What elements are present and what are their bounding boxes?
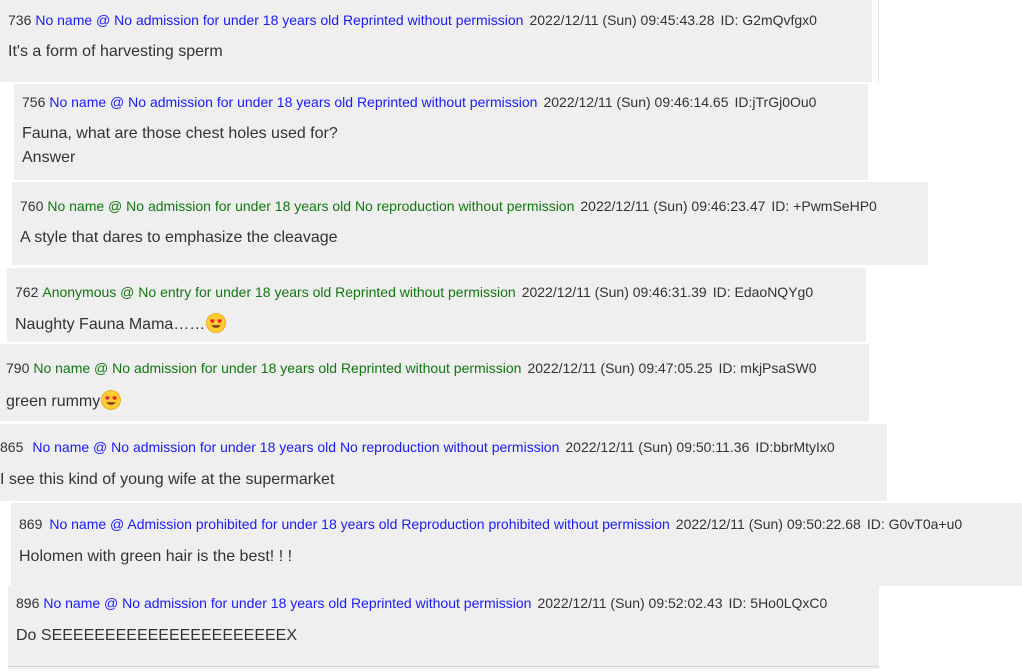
post-number[interactable]: 756 xyxy=(22,94,45,110)
heart-eyes-emoji-icon xyxy=(101,390,122,410)
post-number[interactable]: 736 xyxy=(8,12,31,28)
poster-id[interactable]: ID:bbrMtyIx0 xyxy=(755,439,834,455)
post-text-line: Do SEEEEEEEEEEEEEEEEEEEEEEX xyxy=(16,627,298,644)
post-header: 736 No name @ No admission for under 18 y… xyxy=(8,11,817,29)
poster-name: No name @ No admission for under 18 year… xyxy=(33,360,522,376)
post-date: 2022/12/11 (Sun) 09:46:14.65 xyxy=(543,94,729,110)
post-body: Do SEEEEEEEEEEEEEEEEEEEEEEX xyxy=(16,624,297,648)
post-body: A style that dares to emphasize the clea… xyxy=(20,226,338,250)
post-text-line: It's a form of harvesting sperm xyxy=(8,43,223,60)
poster-id[interactable]: ID: EdaoNQYg0 xyxy=(713,284,813,300)
poster-id[interactable]: ID: +PwmSeHP0 xyxy=(771,198,876,214)
post-number[interactable]: 790 xyxy=(6,360,29,376)
post-header: 869 No name @ Admission prohibited for un… xyxy=(19,515,962,533)
poster-name: No name @ No admission for under 18 year… xyxy=(49,94,538,110)
divider xyxy=(878,0,879,82)
post-790: 790 No name @ No admission for under 18 y… xyxy=(0,344,869,421)
post-body: Naughty Fauna Mama…… xyxy=(15,313,227,337)
post-865: 865 No name @ No admission for under 18 y… xyxy=(0,424,887,501)
post-header: 865 No name @ No admission for under 18 y… xyxy=(0,438,835,456)
poster-name: No name @ No admission for under 18 year… xyxy=(43,595,532,611)
post-body: Holomen with green hair is the best! ! ! xyxy=(19,545,292,569)
post-date: 2022/12/11 (Sun) 09:46:31.39 xyxy=(521,284,707,300)
post-header: 762 Anonymous @ No entry for under 18 yea… xyxy=(15,283,813,301)
post-text-line: Holomen with green hair is the best! ! ! xyxy=(19,548,293,565)
post-number[interactable]: 762 xyxy=(15,284,38,300)
post-header: 760 No name @ No admission for under 18 y… xyxy=(20,197,877,215)
post-text: green rummy xyxy=(6,393,101,410)
poster-name: No name @ Admission prohibited for under… xyxy=(49,516,670,532)
post-date: 2022/12/11 (Sun) 09:45:43.28 xyxy=(529,12,715,28)
poster-name: No name @ No admission for under 18 year… xyxy=(47,198,575,214)
poster-name: No name @ No admission for under 18 year… xyxy=(32,439,560,455)
post-date: 2022/12/11 (Sun) 09:50:11.36 xyxy=(565,439,750,455)
post-date: 2022/12/11 (Sun) 09:50:22.68 xyxy=(675,516,861,532)
post-text-line: A style that dares to emphasize the clea… xyxy=(20,229,338,246)
poster-name: No name @ No admission for under 18 year… xyxy=(35,12,524,28)
poster-id[interactable]: ID: 5Ho0LQxC0 xyxy=(729,595,828,611)
post-header: 756 No name @ No admission for under 18 y… xyxy=(22,93,816,111)
post-736: 736 No name @ No admission for under 18 y… xyxy=(0,0,872,82)
post-756: 756 No name @ No admission for under 18 y… xyxy=(14,84,868,180)
post-body: I see this kind of young wife at the sup… xyxy=(0,468,334,492)
post-date: 2022/12/11 (Sun) 09:46:23.47 xyxy=(580,198,766,214)
post-number[interactable]: 865 xyxy=(0,439,23,455)
post-body: green rummy xyxy=(6,390,122,414)
poster-id[interactable]: ID: G0vT0a+u0 xyxy=(867,516,962,532)
post-762: 762 Anonymous @ No entry for under 18 yea… xyxy=(7,268,866,342)
post-number[interactable]: 760 xyxy=(20,198,43,214)
post-header: 790 No name @ No admission for under 18 y… xyxy=(6,359,817,377)
post-text-line: I see this kind of young wife at the sup… xyxy=(0,471,335,488)
post-text: Naughty Fauna Mama…… xyxy=(15,316,206,333)
post-body: It's a form of harvesting sperm xyxy=(8,40,223,64)
poster-id[interactable]: ID: mkjPsaSW0 xyxy=(719,360,817,376)
post-number[interactable]: 869 xyxy=(19,516,42,532)
post-header: 896 No name @ No admission for under 18 y… xyxy=(16,594,827,612)
heart-eyes-emoji-icon xyxy=(206,313,227,333)
post-text-line: green rummy xyxy=(6,390,122,414)
poster-id[interactable]: ID: G2mQvfgx0 xyxy=(721,12,817,28)
poster-name: Anonymous @ No entry for under 18 years … xyxy=(42,284,516,300)
post-text-line: Naughty Fauna Mama…… xyxy=(15,313,227,337)
post-896: 896 No name @ No admission for under 18 y… xyxy=(8,585,879,669)
post-date: 2022/12/11 (Sun) 09:52:02.43 xyxy=(537,595,723,611)
post-text-line: Answer xyxy=(22,149,76,166)
poster-id[interactable]: ID:jTrGj0Ou0 xyxy=(735,94,817,110)
post-body: Fauna, what are those chest holes used f… xyxy=(22,122,338,170)
post-text-line: Fauna, what are those chest holes used f… xyxy=(22,125,338,142)
post-869: 869 No name @ Admission prohibited for un… xyxy=(11,503,1022,586)
post-760: 760 No name @ No admission for under 18 y… xyxy=(12,182,928,265)
post-date: 2022/12/11 (Sun) 09:47:05.25 xyxy=(527,360,713,376)
divider xyxy=(8,666,879,667)
post-number[interactable]: 896 xyxy=(16,595,39,611)
